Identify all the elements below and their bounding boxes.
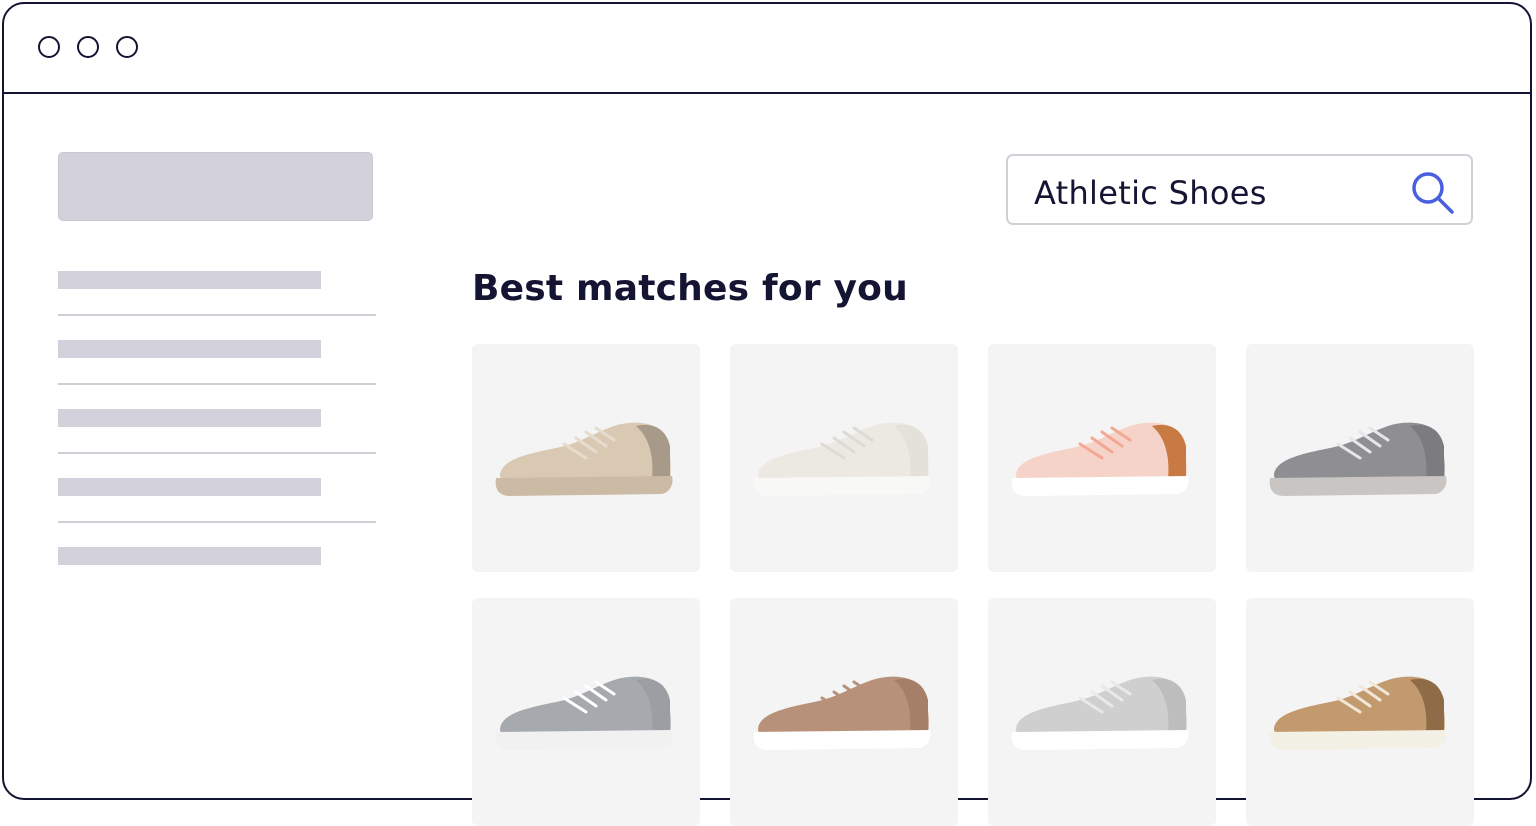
results-heading: Best matches for you — [472, 268, 908, 309]
shoe-image — [1011, 676, 1189, 750]
shoe-image — [1269, 422, 1447, 496]
product-card[interactable] — [730, 598, 958, 826]
product-card[interactable] — [472, 344, 700, 572]
product-card[interactable] — [1246, 344, 1474, 572]
sidebar-item-placeholder-5[interactable] — [58, 547, 321, 565]
sidebar-divider — [58, 383, 376, 385]
product-card[interactable] — [1246, 598, 1474, 826]
search-icon[interactable] — [1408, 168, 1458, 218]
title-bar — [4, 4, 1530, 94]
shoe-image — [753, 422, 931, 496]
shoe-image — [1011, 422, 1189, 496]
sidebar-item-placeholder-2[interactable] — [58, 340, 321, 358]
sidebar-divider — [58, 452, 376, 454]
product-card[interactable] — [988, 598, 1216, 826]
product-card[interactable] — [988, 344, 1216, 572]
shoe-image — [495, 422, 673, 496]
sidebar-divider — [58, 314, 376, 316]
sidebar-item-placeholder-3[interactable] — [58, 409, 321, 427]
shoe-image — [495, 676, 673, 750]
sidebar-item-placeholder-1[interactable] — [58, 271, 321, 289]
product-card[interactable] — [730, 344, 958, 572]
search-query: Athletic Shoes — [1034, 174, 1267, 212]
window-control-dot-2[interactable] — [77, 36, 99, 58]
shoe-image — [1269, 676, 1447, 750]
sidebar-divider — [58, 521, 376, 523]
window-control-dot-3[interactable] — [116, 36, 138, 58]
window-control-dot-1[interactable] — [38, 36, 60, 58]
shoe-image — [753, 676, 931, 750]
sidebar-item-placeholder-4[interactable] — [58, 478, 321, 496]
sidebar-header-placeholder — [58, 152, 373, 221]
product-card[interactable] — [472, 598, 700, 826]
search-input[interactable]: Athletic Shoes — [1006, 154, 1473, 225]
